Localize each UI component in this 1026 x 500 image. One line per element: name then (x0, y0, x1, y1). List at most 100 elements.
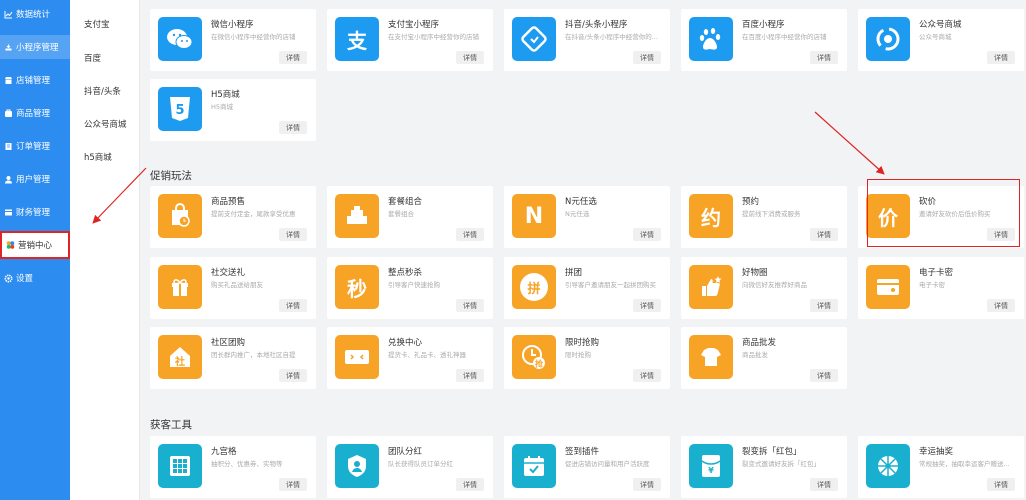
sidebar-item-miniprogram[interactable]: 小程序管理 (0, 35, 70, 59)
detail-button[interactable]: 详情 (633, 478, 661, 491)
booking-icon: 约 (689, 194, 733, 238)
platform-card: 公众号商城 公众号商城 详情 (858, 9, 1024, 71)
detail-button[interactable]: 详情 (456, 478, 484, 491)
community-icon: 社 (158, 335, 202, 379)
detail-button[interactable]: 详情 (279, 478, 307, 491)
sidebar-item-marketing[interactable]: 营销中心 (0, 231, 70, 259)
user-icon (4, 175, 13, 184)
svg-text:5: 5 (175, 103, 184, 118)
sidebar-item-label: 用户管理 (16, 175, 51, 185)
card-desc: 促进店铺访问量和用户活跃度 (565, 460, 650, 468)
submenu-item-alipay[interactable]: 支付宝 (84, 18, 110, 30)
detail-button[interactable]: 详情 (987, 299, 1015, 312)
n-yuan-icon: N (512, 194, 556, 238)
submenu-item-baidu[interactable]: 百度 (84, 52, 101, 64)
detail-button[interactable]: 详情 (633, 228, 661, 241)
card-desc: N元任选 (565, 210, 590, 218)
svg-text:抢: 抢 (535, 359, 544, 369)
marketing-icon (6, 241, 15, 250)
gear-icon (4, 273, 13, 283)
card-title: 微信小程序 (211, 20, 254, 30)
exchange-icon (335, 335, 379, 379)
promo-card: 商品批发 商品批发 详情 (681, 327, 847, 389)
submenu-item-h5[interactable]: h5商城 (84, 151, 112, 163)
card-title: 社交送礼 (211, 268, 246, 278)
checkin-icon (512, 444, 556, 488)
detail-button[interactable]: 详情 (810, 228, 838, 241)
good-items-icon (689, 265, 733, 309)
card-title: 兑换中心 (388, 338, 423, 348)
card-title: 限时抢购 (565, 338, 600, 348)
card-desc: 套餐组合 (388, 210, 414, 218)
card-icon (866, 265, 910, 309)
card-desc: 引导客户邀请朋友一起拼团购买 (565, 281, 656, 289)
card-title: 支付宝小程序 (388, 20, 440, 30)
detail-button[interactable]: 详情 (279, 51, 307, 64)
detail-button[interactable]: 详情 (279, 121, 307, 134)
section-title-acquire: 获客工具 (150, 419, 192, 431)
acquire-card: 幸运抽奖 常规抽奖，抽取幸运客户赠送... 详情 (858, 436, 1024, 498)
sidebar-item-goods[interactable]: 商品管理 (0, 101, 70, 125)
sidebar-item-label: 店铺管理 (16, 76, 51, 86)
card-desc: 提前支付定金，尾款享受优惠 (211, 210, 296, 218)
sidebar-item-store[interactable]: 店铺管理 (0, 68, 70, 92)
detail-button[interactable]: 详情 (810, 369, 838, 382)
card-title: 抖音/头条小程序 (565, 20, 628, 30)
card-desc: 在支付宝小程序中经营你的店铺 (388, 33, 479, 41)
presale-icon (158, 194, 202, 238)
promo-card: 约 预约 提前线下消费或服务 详情 (681, 186, 847, 248)
detail-button[interactable]: 详情 (456, 299, 484, 312)
section-title-promo: 促销玩法 (150, 170, 192, 182)
card-title: N元任选 (565, 197, 597, 207)
card-desc: 常规抽奖，抽取幸运客户赠送... (919, 460, 1010, 468)
html5-icon: 5 (158, 87, 202, 131)
card-title: 商品预售 (211, 197, 246, 207)
acquire-card: ¥ 裂变拆「红包」 裂变式邀请好友拆「红包」 详情 (681, 436, 847, 498)
card-title: 签到插件 (565, 447, 600, 457)
detail-button[interactable]: 详情 (810, 478, 838, 491)
card-desc: 提前线下消费或服务 (742, 210, 801, 218)
sidebar-item-users[interactable]: 用户管理 (0, 167, 70, 191)
platform-card: 微信小程序 在微信小程序中经营你的店铺 详情 (150, 9, 316, 71)
detail-button[interactable]: 详情 (279, 228, 307, 241)
card-title: 公众号商城 (919, 20, 962, 30)
card-desc: 公众号商城 (919, 33, 952, 41)
detail-button[interactable]: 详情 (987, 51, 1015, 64)
card-title: 拼团 (565, 268, 583, 278)
sidebar-item-settings[interactable]: 设置 (0, 266, 70, 290)
sidebar-item-label: 财务管理 (16, 208, 51, 218)
promo-card: N N元任选 N元任选 详情 (504, 186, 670, 248)
card-desc: 提货卡、礼品卡、透礼神器 (388, 351, 466, 359)
detail-button[interactable]: 详情 (810, 299, 838, 312)
detail-button[interactable]: 详情 (279, 299, 307, 312)
detail-button[interactable]: 详情 (633, 369, 661, 382)
card-desc: 向微信好友推荐好商品 (742, 281, 807, 289)
alipay-icon: 支 (335, 17, 379, 61)
card-desc: H5商城 (211, 103, 234, 111)
svg-text:¥: ¥ (708, 466, 714, 475)
detail-button[interactable]: 详情 (810, 51, 838, 64)
detail-button[interactable]: 详情 (279, 369, 307, 382)
card-desc: 团长群内推广，本地社区自提 (211, 351, 296, 359)
promo-card: 电子卡密 电子卡密 详情 (858, 257, 1024, 319)
submenu-panel: 支付宝 百度 抖音/头条 公众号商城 h5商城 (70, 0, 140, 500)
promo-card: 好物圈 向微信好友推荐好商品 详情 (681, 257, 847, 319)
sidebar-item-orders[interactable]: 订单管理 (0, 134, 70, 158)
detail-button[interactable]: 详情 (456, 51, 484, 64)
detail-button[interactable]: 详情 (633, 51, 661, 64)
submenu-item-official-account[interactable]: 公众号商城 (84, 118, 127, 130)
card-desc: 商品批发 (742, 351, 768, 359)
detail-button[interactable]: 详情 (987, 478, 1015, 491)
sidebar-item-finance[interactable]: 财务管理 (0, 200, 70, 224)
store-icon (4, 76, 13, 85)
baidu-icon (689, 17, 733, 61)
chart-icon (4, 10, 13, 19)
main-sidebar: 数据统计 小程序管理 店铺管理 商品管理 订单管理 用户管理 财务管理 营销中心… (0, 0, 70, 500)
platform-card: 支 支付宝小程序 在支付宝小程序中经营你的店铺 详情 (327, 9, 493, 71)
detail-button[interactable]: 详情 (633, 299, 661, 312)
submenu-item-tiktok[interactable]: 抖音/头条 (84, 85, 121, 97)
detail-button[interactable]: 详情 (456, 228, 484, 241)
detail-button[interactable]: 详情 (456, 369, 484, 382)
sidebar-item-stats[interactable]: 数据统计 (0, 2, 70, 26)
card-title: 百度小程序 (742, 20, 785, 30)
